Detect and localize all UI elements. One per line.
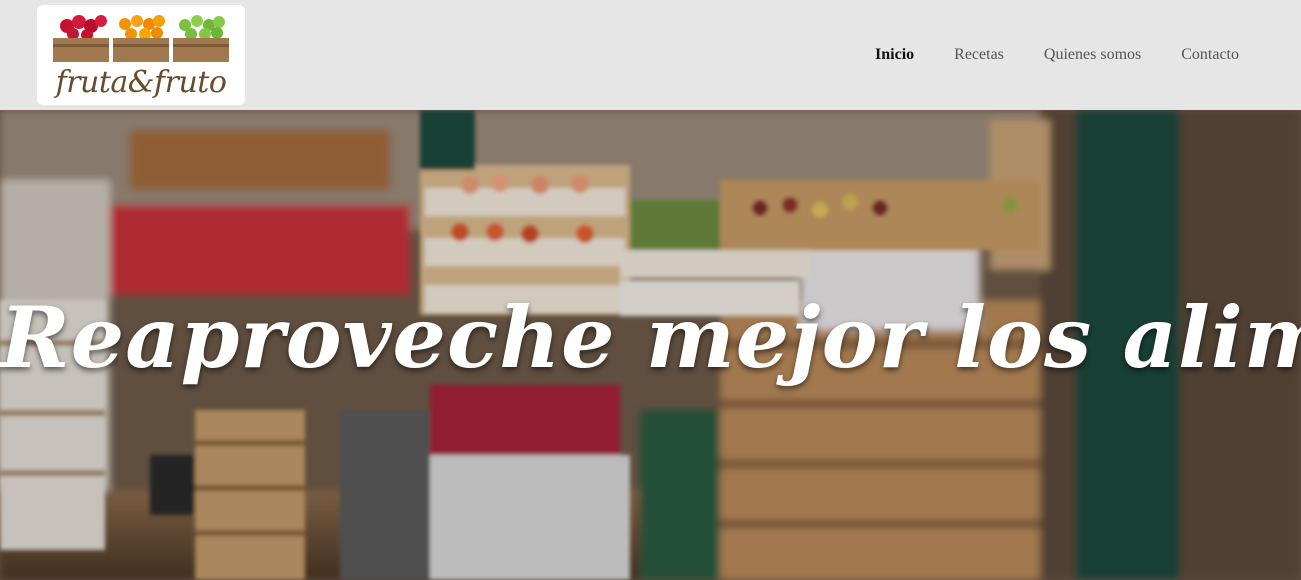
site-header: fruta&fruto Inicio Recetas Quienes somos… [0,0,1301,110]
fruit-crates-icon [53,15,229,62]
nav-item-contacto[interactable]: Contacto [1181,46,1239,64]
nav-item-inicio[interactable]: Inicio [875,46,914,64]
nav-item-recetas[interactable]: Recetas [954,46,1004,64]
hero-headline: Reaproveche mejor los alimentos [0,288,1301,387]
brand-logo[interactable]: fruta&fruto [37,5,245,105]
brand-name: fruta&fruto [55,65,227,100]
hero-banner: Reaproveche mejor los alimentos [0,110,1301,580]
nav-item-quienes-somos[interactable]: Quienes somos [1044,46,1141,64]
main-nav: Inicio Recetas Quienes somos Contacto [875,46,1239,64]
